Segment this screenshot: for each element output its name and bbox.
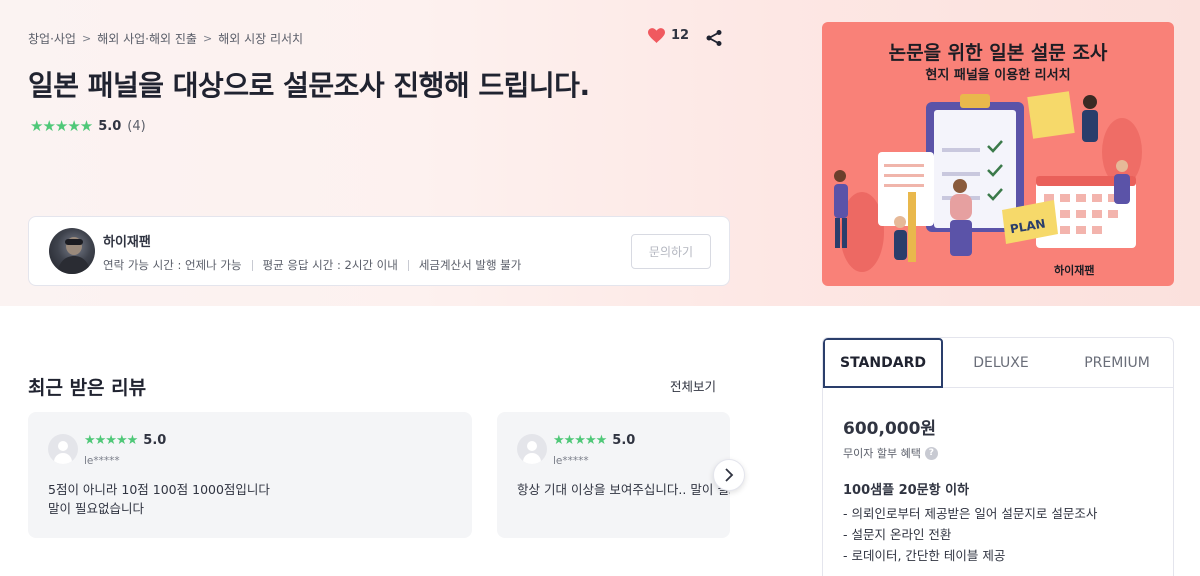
contact-hours: 연락 가능 시간 : 언제나 가능 [103, 258, 242, 272]
package-price: 600,000원 [843, 419, 937, 439]
review-rating: ★★★★★ 5.0 [553, 433, 635, 448]
heart-icon [648, 28, 665, 43]
promo-illustration: PLAN [834, 91, 1142, 272]
package-headline: 100샘플 20문항 이하 [843, 483, 970, 498]
next-review-button[interactable] [713, 459, 745, 491]
review-text: 5점이 아니라 10점 100점 1000점입니다 말이 필요없습니다 [48, 480, 270, 518]
package-panel: STANDARD DELUXE PREMIUM 600,000원 무이자 할부 … [822, 337, 1174, 576]
avatar[interactable] [49, 228, 95, 274]
breadcrumb-item-current[interactable]: 해외 시장 리서치 [218, 30, 303, 47]
installment-label: 무이자 할부 혜택 [843, 447, 921, 460]
list-item: - 로데이터, 간단한 테이블 제공 [843, 548, 1006, 563]
star-rating-icon: ★★★★★ [553, 433, 607, 448]
breadcrumb-item-subcategory[interactable]: 해외 사업·해외 진출 [97, 30, 197, 47]
review-rating: ★★★★★ 5.0 [84, 433, 166, 448]
divider [407, 259, 409, 271]
divider [251, 259, 253, 271]
inquiry-button[interactable]: 문의하기 [631, 234, 711, 269]
review-username: le***** [553, 455, 589, 467]
review-username: le***** [84, 455, 120, 467]
user-avatar-icon [48, 434, 78, 464]
chevron-right-icon [725, 468, 734, 482]
star-rating-icon: ★★★★★ [84, 433, 138, 448]
help-icon[interactable]: ? [924, 446, 938, 460]
review-score: 5.0 [143, 433, 167, 448]
view-all-link[interactable]: 전체보기 [670, 376, 716, 395]
rating-score: 5.0 [98, 118, 122, 134]
chevron-right-icon: > [81, 32, 92, 45]
review-text-line: 말이 필요없습니다 [48, 501, 144, 516]
like-button[interactable]: 12 [648, 28, 689, 43]
review-text-line: 항상 기대 이상을 보여주십니다.. 말이 필요 [517, 482, 730, 497]
rating-summary: ★★★★★ 5.0 (4) [30, 117, 146, 135]
review-score: 5.0 [612, 433, 636, 448]
review-count[interactable]: (4) [127, 119, 145, 134]
seller-card: 하이재팬 연락 가능 시간 : 언제나 가능 평균 응답 시간 : 2시간 이내… [28, 216, 730, 286]
tax-invoice-info: 세금계산서 발행 불가 [418, 258, 522, 272]
user-avatar-icon [517, 434, 547, 464]
breadcrumb-item-category[interactable]: 창업·사업 [28, 30, 76, 47]
list-item: - 의뢰인로부터 제공받은 일어 설문지로 설문조사 [843, 506, 1098, 521]
review-card[interactable]: ★★★★★ 5.0 le***** 5점이 아니라 10점 100점 1000점… [28, 412, 472, 538]
tab-premium[interactable]: PREMIUM [1059, 338, 1173, 387]
breadcrumb: 창업·사업 > 해외 사업·해외 진출 > 해외 시장 리서치 [28, 30, 303, 47]
share-icon[interactable] [705, 29, 723, 47]
promo-subtitle: 현지 패널을 이용한 리서치 [925, 68, 1071, 83]
seller-name[interactable]: 하이재팬 [103, 231, 151, 250]
seller-meta: 연락 가능 시간 : 언제나 가능 평균 응답 시간 : 2시간 이내 세금계산… [103, 257, 521, 273]
review-text-line: 5점이 아니라 10점 100점 1000점입니다 [48, 482, 270, 497]
promo-brand: 하이재팬 [1054, 264, 1095, 277]
installment-info: 무이자 할부 혜택 ? [843, 445, 938, 461]
package-feature-list: - 의뢰인로부터 제공받은 일어 설문지로 설문조사 - 설문지 온라인 전환 … [843, 503, 1097, 566]
list-item: - 설문지 온라인 전환 [843, 527, 952, 542]
avg-response-time: 평균 응답 시간 : 2시간 이내 [262, 258, 398, 272]
review-text: 항상 기대 이상을 보여주십니다.. 말이 필요 [517, 480, 730, 499]
like-count: 12 [671, 28, 690, 43]
review-card[interactable]: ★★★★★ 5.0 le***** 항상 기대 이상을 보여주십니다.. 말이 … [497, 412, 730, 538]
package-tabs: STANDARD DELUXE PREMIUM [823, 338, 1173, 388]
promo-title: 논문을 위한 일본 설문 조사 [888, 42, 1108, 64]
star-rating-icon: ★★★★★ [30, 117, 93, 135]
chevron-right-icon: > [202, 32, 213, 45]
reviews-section-title: 최근 받은 리뷰 [28, 377, 147, 399]
tab-standard[interactable]: STANDARD [823, 338, 943, 388]
tab-deluxe[interactable]: DELUXE [943, 338, 1059, 387]
promo-image: 논문을 위한 일본 설문 조사 현지 패널을 이용한 리서치 PLAN 하이재팬 [822, 22, 1174, 286]
page-title: 일본 패널을 대상으로 설문조사 진행해 드립니다. [28, 69, 590, 102]
